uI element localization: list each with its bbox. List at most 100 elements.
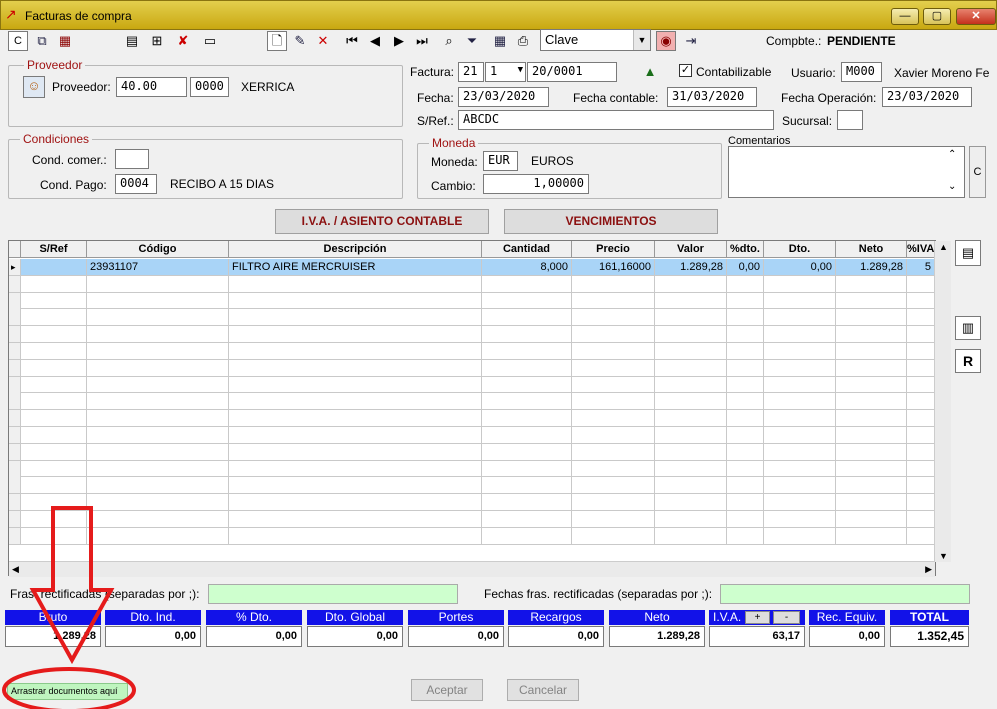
table-cell[interactable] [482, 343, 572, 359]
table-cell[interactable] [764, 511, 836, 527]
table-cell[interactable] [907, 309, 935, 326]
grid-header[interactable]: %IVA [907, 241, 935, 258]
table-cell[interactable] [907, 326, 935, 343]
table-cell[interactable] [907, 359, 935, 376]
scroll-up-icon[interactable]: ▲ [939, 242, 948, 252]
grid-vscroll[interactable]: ▲ ▼ [934, 241, 951, 562]
table-cell[interactable] [907, 527, 935, 544]
table-cell[interactable] [836, 292, 907, 309]
table-cell[interactable] [482, 460, 572, 477]
usuario-code-field[interactable]: M000 [841, 62, 882, 82]
prev-record-icon[interactable]: ◀ [365, 31, 385, 51]
table-cell[interactable] [87, 343, 229, 359]
table-cell[interactable] [907, 443, 935, 460]
table-cell[interactable] [655, 477, 727, 494]
cond-pago-field[interactable]: 0004 [115, 174, 157, 194]
edit-icon[interactable]: ✎ [290, 31, 310, 51]
table-row[interactable] [9, 292, 935, 310]
aceptar-button[interactable]: Aceptar [411, 679, 483, 701]
table-row[interactable] [9, 443, 935, 461]
table-cell[interactable] [655, 511, 727, 527]
table-cell[interactable] [572, 376, 655, 393]
table-cell[interactable] [482, 494, 572, 511]
table-cell[interactable] [655, 410, 727, 427]
table-cell[interactable] [21, 376, 87, 393]
grid-header[interactable]: Dto. [764, 241, 836, 258]
table-cell[interactable] [229, 343, 482, 359]
table-cell[interactable] [764, 309, 836, 326]
scroll-down-icon[interactable]: ▼ [939, 551, 948, 561]
table-cell[interactable] [229, 359, 482, 376]
table-row[interactable]: ▸ 23931107 FILTRO AIRE MERCRUISER 8,000 161,… [9, 259, 935, 276]
table-cell[interactable] [655, 359, 727, 376]
table-cell[interactable] [764, 376, 836, 393]
table-cell[interactable] [572, 494, 655, 511]
proveedor-code-field[interactable]: 40.00 [116, 77, 187, 97]
table-cell[interactable] [87, 309, 229, 326]
table-cell[interactable] [764, 275, 836, 292]
table-row[interactable] [9, 376, 935, 394]
table-cell[interactable]: 1.289,28 [836, 259, 907, 275]
grid-header[interactable]: Cantidad [482, 241, 572, 258]
last-record-icon[interactable]: ⏭ [412, 31, 432, 51]
table-cell[interactable] [655, 275, 727, 292]
table-cell[interactable] [21, 343, 87, 359]
table-cell[interactable] [836, 326, 907, 343]
table-row[interactable] [9, 275, 935, 293]
sucursal-field[interactable] [837, 110, 863, 130]
table-cell[interactable] [21, 511, 87, 527]
chart-icon[interactable]: ▥ [955, 316, 981, 340]
table-cell[interactable] [482, 427, 572, 443]
table-cell[interactable] [482, 376, 572, 393]
table-cell[interactable] [572, 393, 655, 410]
table-cell[interactable] [482, 410, 572, 427]
table-cell[interactable] [572, 343, 655, 359]
table-cell[interactable] [229, 292, 482, 309]
grid-header[interactable]: S/Ref [21, 241, 87, 258]
table-row[interactable] [9, 477, 935, 495]
exit-icon[interactable]: ⇥ [681, 31, 701, 51]
table-cell[interactable] [87, 527, 229, 544]
table-cell[interactable] [764, 527, 836, 544]
table-cell[interactable] [764, 410, 836, 427]
drop-zone[interactable]: Arrastrar documentos aquí [7, 683, 128, 700]
table-cell[interactable] [655, 527, 727, 544]
table-cell[interactable] [836, 494, 907, 511]
table-cell[interactable] [836, 427, 907, 443]
table-row[interactable] [9, 326, 935, 343]
table-cell[interactable] [21, 494, 87, 511]
table-cell[interactable] [87, 460, 229, 477]
table-cell[interactable] [655, 309, 727, 326]
fecha-operacion-field[interactable]: 23/03/2020 [882, 87, 972, 107]
report-icon[interactable]: ▤ [955, 240, 981, 266]
table-cell[interactable] [727, 527, 764, 544]
sref-field[interactable]: ABCDC [458, 110, 774, 130]
table-cell[interactable] [87, 443, 229, 460]
table-icon[interactable]: ▤ [122, 31, 142, 51]
table-cell[interactable] [482, 292, 572, 309]
table-cell[interactable] [764, 494, 836, 511]
table-cell[interactable]: 0,00 [727, 259, 764, 275]
chevron-down-icon[interactable]: ▼ [633, 30, 650, 50]
table-cell[interactable] [727, 477, 764, 494]
iva-plus-button[interactable]: + [745, 611, 770, 624]
delete-row-icon[interactable]: ✘ [173, 31, 193, 51]
table-cell[interactable] [87, 393, 229, 410]
comentarios-c-button[interactable]: C [969, 146, 986, 198]
table-cell[interactable] [907, 376, 935, 393]
table-cell[interactable] [907, 477, 935, 494]
table-cell[interactable] [907, 393, 935, 410]
table-cell[interactable] [229, 427, 482, 443]
table-cell[interactable] [229, 410, 482, 427]
table-cell[interactable] [907, 427, 935, 443]
table-cell[interactable] [87, 477, 229, 494]
factura-code-field[interactable]: 20/0001 [527, 62, 617, 82]
table-cell[interactable] [87, 292, 229, 309]
first-record-icon[interactable]: ⏮ [342, 31, 362, 51]
table-cell[interactable] [655, 292, 727, 309]
table-cell[interactable] [87, 427, 229, 443]
table-cell[interactable] [836, 527, 907, 544]
table-cell[interactable] [87, 326, 229, 343]
table-cell[interactable] [572, 309, 655, 326]
user-icon[interactable]: ☺ [23, 76, 45, 98]
